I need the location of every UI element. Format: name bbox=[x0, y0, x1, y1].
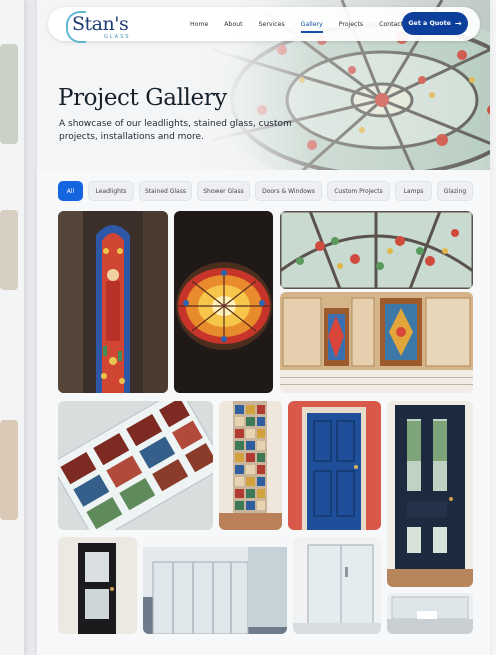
gallery-image-leadlight-panels[interactable] bbox=[58, 401, 213, 530]
filter-doors-windows[interactable]: Doors & Windows bbox=[255, 181, 322, 201]
gallery-image-ceiling-panel[interactable] bbox=[280, 211, 473, 289]
gallery-image-kitchen-cabinets[interactable] bbox=[280, 292, 473, 393]
nav-gallery[interactable]: Gallery bbox=[300, 21, 323, 33]
previous-page-panel bbox=[0, 0, 25, 655]
page-title: Project Gallery bbox=[58, 85, 227, 111]
gallery-filter-bar: All Leadlights Stained Glass Shower Glas… bbox=[58, 181, 478, 201]
page-subtitle: A showcase of our leadlights, stained gl… bbox=[59, 119, 292, 142]
hero-section: Stan's GLASS Home About Services Gallery… bbox=[37, 0, 490, 170]
nav-about[interactable]: About bbox=[224, 21, 242, 28]
nav-services[interactable]: Services bbox=[259, 21, 285, 28]
brand-tagline: GLASS bbox=[104, 34, 131, 40]
arrow-right-icon: → bbox=[454, 19, 462, 28]
get-a-quote-button[interactable]: Get a Quote → bbox=[402, 12, 468, 35]
gallery-image-black-door[interactable] bbox=[58, 537, 137, 634]
filter-leadlights[interactable]: Leadlights bbox=[88, 181, 134, 201]
previous-page-image bbox=[0, 210, 18, 290]
get-a-quote-label: Get a Quote bbox=[408, 20, 451, 27]
nav-home[interactable]: Home bbox=[190, 21, 208, 28]
filter-custom-projects[interactable]: Custom Projects bbox=[327, 181, 390, 201]
nav-contact[interactable]: Contact bbox=[379, 21, 403, 28]
filter-lamps[interactable]: Lamps bbox=[395, 181, 432, 201]
gallery-image-mosaic-column[interactable] bbox=[219, 401, 282, 530]
gallery-image-bathroom-vanity[interactable] bbox=[387, 593, 473, 634]
nav-projects[interactable]: Projects bbox=[339, 21, 363, 28]
gallery-image-round-dome[interactable] bbox=[174, 211, 273, 393]
gallery-image-shower-enclosure[interactable] bbox=[293, 537, 381, 634]
previous-page-image bbox=[0, 420, 18, 520]
gallery-image-blue-door[interactable] bbox=[288, 401, 381, 530]
filter-shower-glass[interactable]: Shower Glass bbox=[197, 181, 250, 201]
gallery-page: Stan's GLASS Home About Services Gallery… bbox=[37, 0, 490, 655]
filter-stained-glass[interactable]: Stained Glass bbox=[139, 181, 192, 201]
gallery-image-glass-balcony[interactable] bbox=[143, 537, 287, 634]
filter-all[interactable]: All bbox=[58, 181, 83, 201]
previous-page-image bbox=[0, 44, 18, 144]
filter-glazing[interactable]: Glazing bbox=[437, 181, 473, 201]
nav-menu: Home About Services Gallery Projects Con… bbox=[190, 7, 419, 41]
gallery-image-church-window[interactable] bbox=[58, 211, 168, 393]
gallery-image-navy-glass-door[interactable] bbox=[387, 401, 473, 587]
brand-name: Stan's bbox=[72, 13, 129, 35]
top-navigation: Stan's GLASS Home About Services Gallery… bbox=[48, 7, 480, 43]
